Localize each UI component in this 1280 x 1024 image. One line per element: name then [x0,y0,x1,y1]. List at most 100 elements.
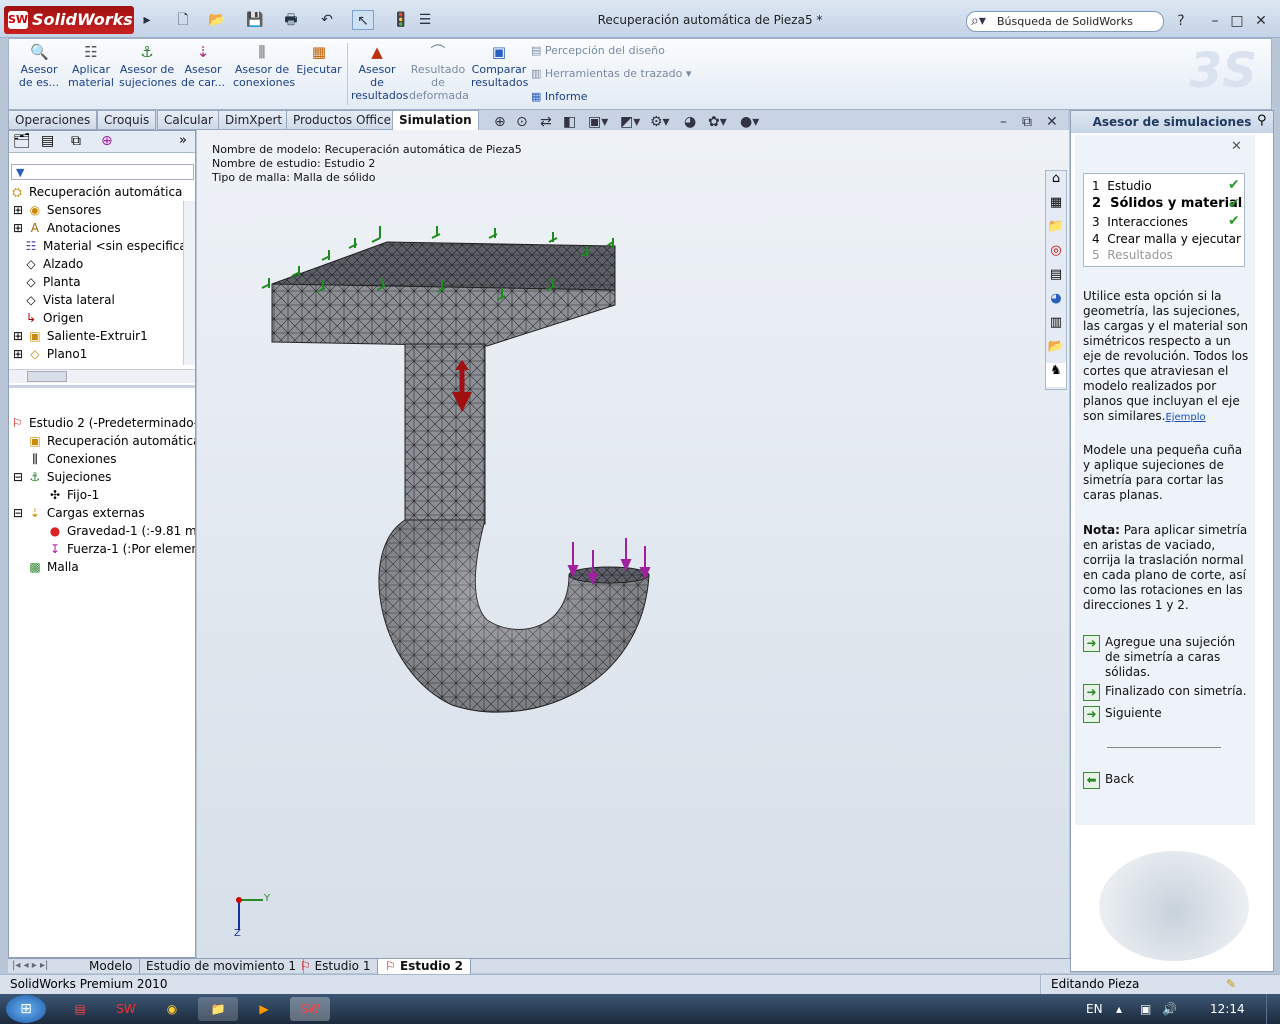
tab-calcular[interactable]: Calcular [157,110,220,130]
rebuild-icon[interactable]: 🚦 [390,10,412,30]
tab-dimxpert[interactable]: DimXpert [218,110,290,130]
doc-minimize-icon[interactable]: – [1000,114,1007,130]
apply-material-button[interactable]: ☷ Aplicar material [67,43,115,89]
report-button[interactable]: ▦ Informe [531,87,588,107]
tree-item-origen[interactable]: ↳ Origen [23,309,83,327]
volume-icon[interactable]: 🔊 [1162,1002,1177,1016]
design-insight-button[interactable]: ▤ Percepción del diseño [531,41,665,61]
tab-estudio-1[interactable]: ⚐ Estudio 1 [293,959,379,974]
rebuild-status-icon[interactable]: ✎ [1226,975,1236,994]
hide-show-icon[interactable]: ⚙▾ [650,114,670,130]
new-icon[interactable]: 🗋 [172,10,194,30]
help-icon[interactable]: ? [1170,10,1192,32]
tab-motion-study[interactable]: Estudio de movimiento 1 [139,959,305,974]
show-desktop-button[interactable] [1266,994,1280,1024]
save-icon[interactable]: 💾 [244,10,266,30]
open-icon[interactable]: 📂 [206,10,228,30]
fixture-advisor-button[interactable]: ⚓ Asesor de sujeciones [119,43,177,89]
advisor-close-icon[interactable]: ✕ [1231,139,1242,154]
doc-close-icon[interactable]: ✕ [1046,114,1058,130]
step-3[interactable]: 3 Interacciones [1092,214,1188,231]
media-player-icon[interactable]: ▶ [244,997,284,1021]
home-icon[interactable]: ⌂ [1046,171,1066,195]
finished-symmetry-action[interactable]: ➜ Finalizado con simetría. [1083,684,1247,701]
tree-item-sensores[interactable]: ⊞ ◉ Sensores [13,201,185,219]
chrome-icon[interactable]: ◉ [152,997,192,1021]
scroll-thumb[interactable] [27,371,67,382]
solidworks-taskbar-icon[interactable]: SW [106,997,146,1021]
tab-modelo[interactable]: Modelo [82,959,141,974]
example-link[interactable]: Ejemplo [1165,412,1205,423]
step-1[interactable]: 1 Estudio [1092,178,1152,195]
study-item-gravedad[interactable]: ● Gravedad-1 (:-9.81 m/s^ [47,522,195,540]
graphics-area[interactable]: Nombre de modelo: Recuperación automátic… [197,130,1069,958]
hook-model[interactable] [197,130,1069,958]
expand-panel-icon[interactable]: » [179,133,187,148]
tree-item-alzado[interactable]: ◇ Alzado [23,255,83,273]
tab-productos-office[interactable]: Productos Office [286,110,398,130]
undo-icon[interactable]: ↶ [316,10,338,30]
study-item-malla[interactable]: ▩ Malla [27,558,78,576]
solidworks-active-icon[interactable]: SW [290,997,330,1021]
menu-arrow-icon[interactable]: ▸ [136,10,158,30]
folder-icon[interactable]: 📂 [1046,339,1066,363]
start-button[interactable]: ⊞ [6,995,46,1023]
select-icon[interactable]: ↖ [352,10,374,30]
tab-simulation[interactable]: Simulation [392,110,479,130]
tab-scroll-arrows-icon[interactable]: |◂ ◂ ▸ ▸| [8,959,78,973]
deformed-result-button[interactable]: ⌒ Resultado de deformada [409,43,469,102]
tree-vertical-scrollbar[interactable] [183,201,195,365]
language-indicator[interactable]: EN [1086,1002,1103,1016]
step-2[interactable]: 2 Sólidos y material [1092,195,1242,212]
dimxpert-tab-icon[interactable]: ⊕ [101,133,113,149]
tree-item-planta[interactable]: ◇ Planta [23,273,80,291]
run-button[interactable]: ▦ Ejecutar [295,43,343,76]
next-action[interactable]: ➜ Siguiente [1083,706,1162,723]
display-style-icon[interactable]: ◩▾ [620,114,640,130]
property-manager-tab-icon[interactable]: ▤ [41,133,54,149]
results-advisor-button[interactable]: ▲ Asesor de resultados [351,43,408,102]
custom-properties-icon[interactable]: ▥ [1046,315,1066,339]
view-orientation-icon[interactable]: ▣▾ [588,114,608,130]
explorer-icon[interactable]: 📁 [198,997,238,1021]
scene-icon[interactable]: ✿▾ [708,114,727,130]
close-icon[interactable]: ✕ [1250,10,1272,32]
splitter[interactable] [9,385,195,388]
search-results-icon[interactable]: ◎ [1046,243,1066,267]
network-icon[interactable]: ▣ [1140,1002,1151,1016]
appearance-icon[interactable]: ◕ [684,114,696,130]
study-item-part[interactable]: ▣ Recuperación automática de [27,432,195,450]
add-symmetry-action[interactable]: ➜ Agregue una sujeción de simetría a cara… [1083,635,1251,680]
section-view-icon[interactable]: ◧ [563,114,576,130]
tree-item-plano1[interactable]: ⊞ ◇ Plano1 [13,345,87,363]
tree-horizontal-scrollbar[interactable] [9,369,195,383]
study-item-cargas[interactable]: ⊟ ⇣ Cargas externas [13,504,145,522]
connection-advisor-button[interactable]: ⫼ Asesor de conexiones [233,43,295,89]
zoom-area-icon[interactable]: ⊙ [516,114,528,130]
pdf-app-icon[interactable]: ▤ [60,997,100,1021]
tab-operaciones[interactable]: Operaciones [8,110,98,130]
pin-icon[interactable]: ⚲ [1257,113,1267,128]
study-item-conexiones[interactable]: ⫼ Conexiones [27,450,116,468]
search-input[interactable]: ⌕▾ Búsqueda de SolidWorks [966,11,1164,32]
tree-item-anotaciones[interactable]: ⊞ A Anotaciones [13,219,185,237]
tree-root-part[interactable]: ⛭ Recuperación automática de [9,183,185,201]
back-action[interactable]: ⬅ Back [1083,772,1134,789]
tray-expand-icon[interactable]: ▴ [1116,1002,1122,1016]
maximize-icon[interactable]: □ [1226,10,1248,32]
plot-tools-button[interactable]: ▥ Herramientas de trazado ▾ [531,64,691,84]
previous-view-icon[interactable]: ⇄ [540,114,552,130]
zoom-fit-icon[interactable]: ⊕ [494,114,506,130]
solidworks-logo[interactable]: SW SolidWorks [4,6,134,34]
tab-croquis[interactable]: Croquis [97,110,157,130]
study-item-sujeciones[interactable]: ⊟ ⚓ Sujeciones [13,468,111,486]
study-root[interactable]: ⚐ Estudio 2 (-Predeterminado-) [9,414,195,432]
print-icon[interactable]: 🖶 [280,10,302,30]
file-explorer-icon[interactable]: 📁 [1046,219,1066,243]
doc-restore-icon[interactable]: ⧉ [1022,114,1032,130]
load-advisor-button[interactable]: ⇣ Asesor de car... [179,43,227,89]
appearances-icon[interactable]: ◕ [1046,291,1066,315]
compare-results-button[interactable]: ▣ Comparar resultados [471,43,528,89]
tree-item-material[interactable]: ☷ Material <sin especificar> [23,237,185,255]
study-advisor-button[interactable]: 🔍 Asesor de es... [15,43,63,89]
